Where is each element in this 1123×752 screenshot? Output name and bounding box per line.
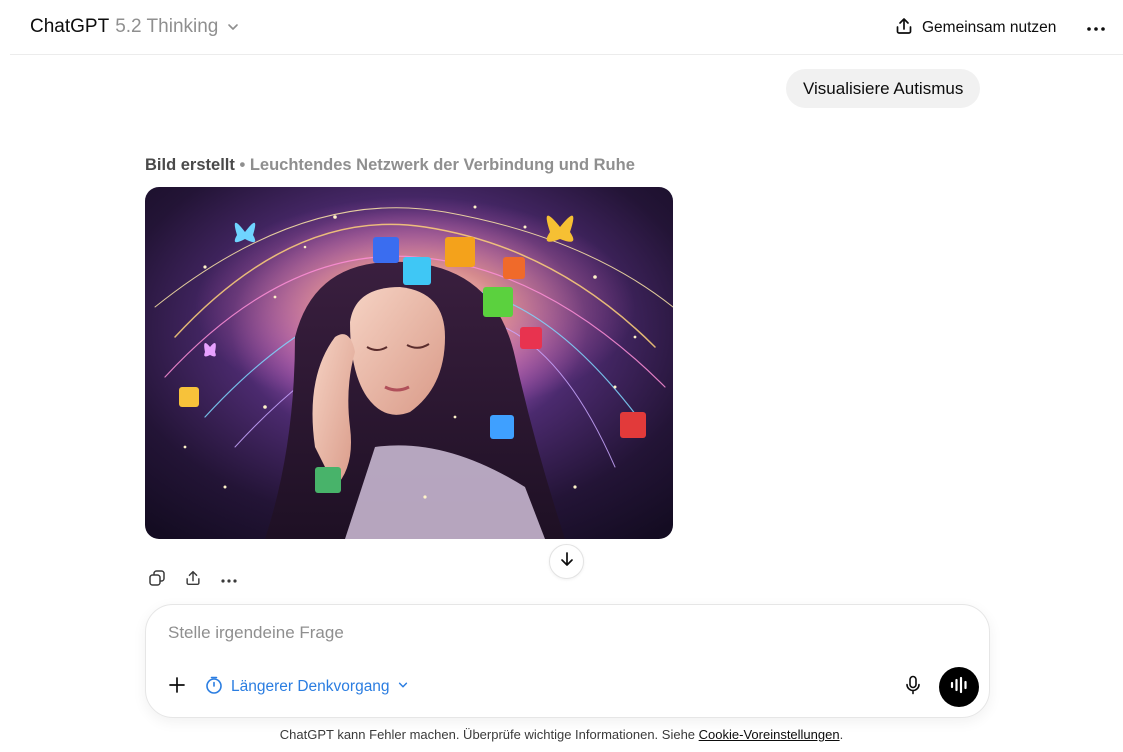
composer: Längerer Denkvorgang (145, 604, 990, 718)
disclaimer: ChatGPT kann Fehler machen. Überprüfe wi… (0, 727, 1123, 742)
copy-button[interactable] (144, 567, 170, 593)
share-label: Gemeinsam nutzen (922, 19, 1057, 36)
arrow-down-icon (558, 550, 576, 573)
cookie-settings-link[interactable]: Cookie-Voreinstellungen (699, 727, 840, 742)
share-icon (184, 569, 202, 592)
more-horizontal-icon (1086, 19, 1106, 37)
message-actions (144, 567, 242, 593)
reasoning-mode-label: Längerer Denkvorgang (231, 678, 390, 695)
generated-image[interactable] (145, 187, 673, 539)
more-horizontal-icon (220, 571, 238, 589)
reasoning-mode-button[interactable]: Längerer Denkvorgang (204, 673, 409, 701)
model-name: ChatGPT (30, 16, 110, 37)
voice-mode-button[interactable] (939, 667, 979, 707)
timer-icon (204, 675, 224, 700)
image-caption-prefix: Bild erstellt (145, 156, 235, 174)
model-version: 5.2 Thinking (115, 16, 219, 37)
header-divider (10, 54, 1123, 55)
copy-icon (148, 569, 166, 592)
share-button[interactable]: Gemeinsam nutzen (894, 14, 1056, 42)
more-options-button[interactable] (1082, 14, 1110, 42)
share-image-button[interactable] (180, 567, 206, 593)
more-actions-button[interactable] (216, 567, 242, 593)
chevron-down-icon (226, 20, 240, 34)
caption-separator: • (239, 156, 246, 174)
image-caption: Bild erstellt • Leuchtendes Netzwerk der… (145, 154, 635, 176)
chevron-down-icon (397, 678, 409, 696)
disclaimer-text: ChatGPT kann Fehler machen. Überprüfe wi… (279, 727, 696, 742)
prompt-input[interactable] (168, 623, 928, 643)
model-switcher[interactable]: ChatGPT 5.2 Thinking (30, 14, 240, 40)
scroll-down-button[interactable] (549, 544, 584, 579)
dictate-button[interactable] (900, 674, 926, 700)
add-attachment-button[interactable] (164, 674, 190, 700)
top-bar: ChatGPT 5.2 Thinking Gemeinsam nutzen (0, 0, 1123, 55)
voice-waveform-icon (949, 676, 969, 699)
disclaimer-end: . (839, 727, 844, 742)
microphone-icon (904, 675, 922, 700)
plus-icon (167, 675, 187, 700)
share-icon (894, 16, 914, 41)
user-message: Visualisiere Autismus (786, 69, 981, 108)
image-title: Leuchtendes Netzwerk der Verbindung und … (249, 156, 635, 174)
